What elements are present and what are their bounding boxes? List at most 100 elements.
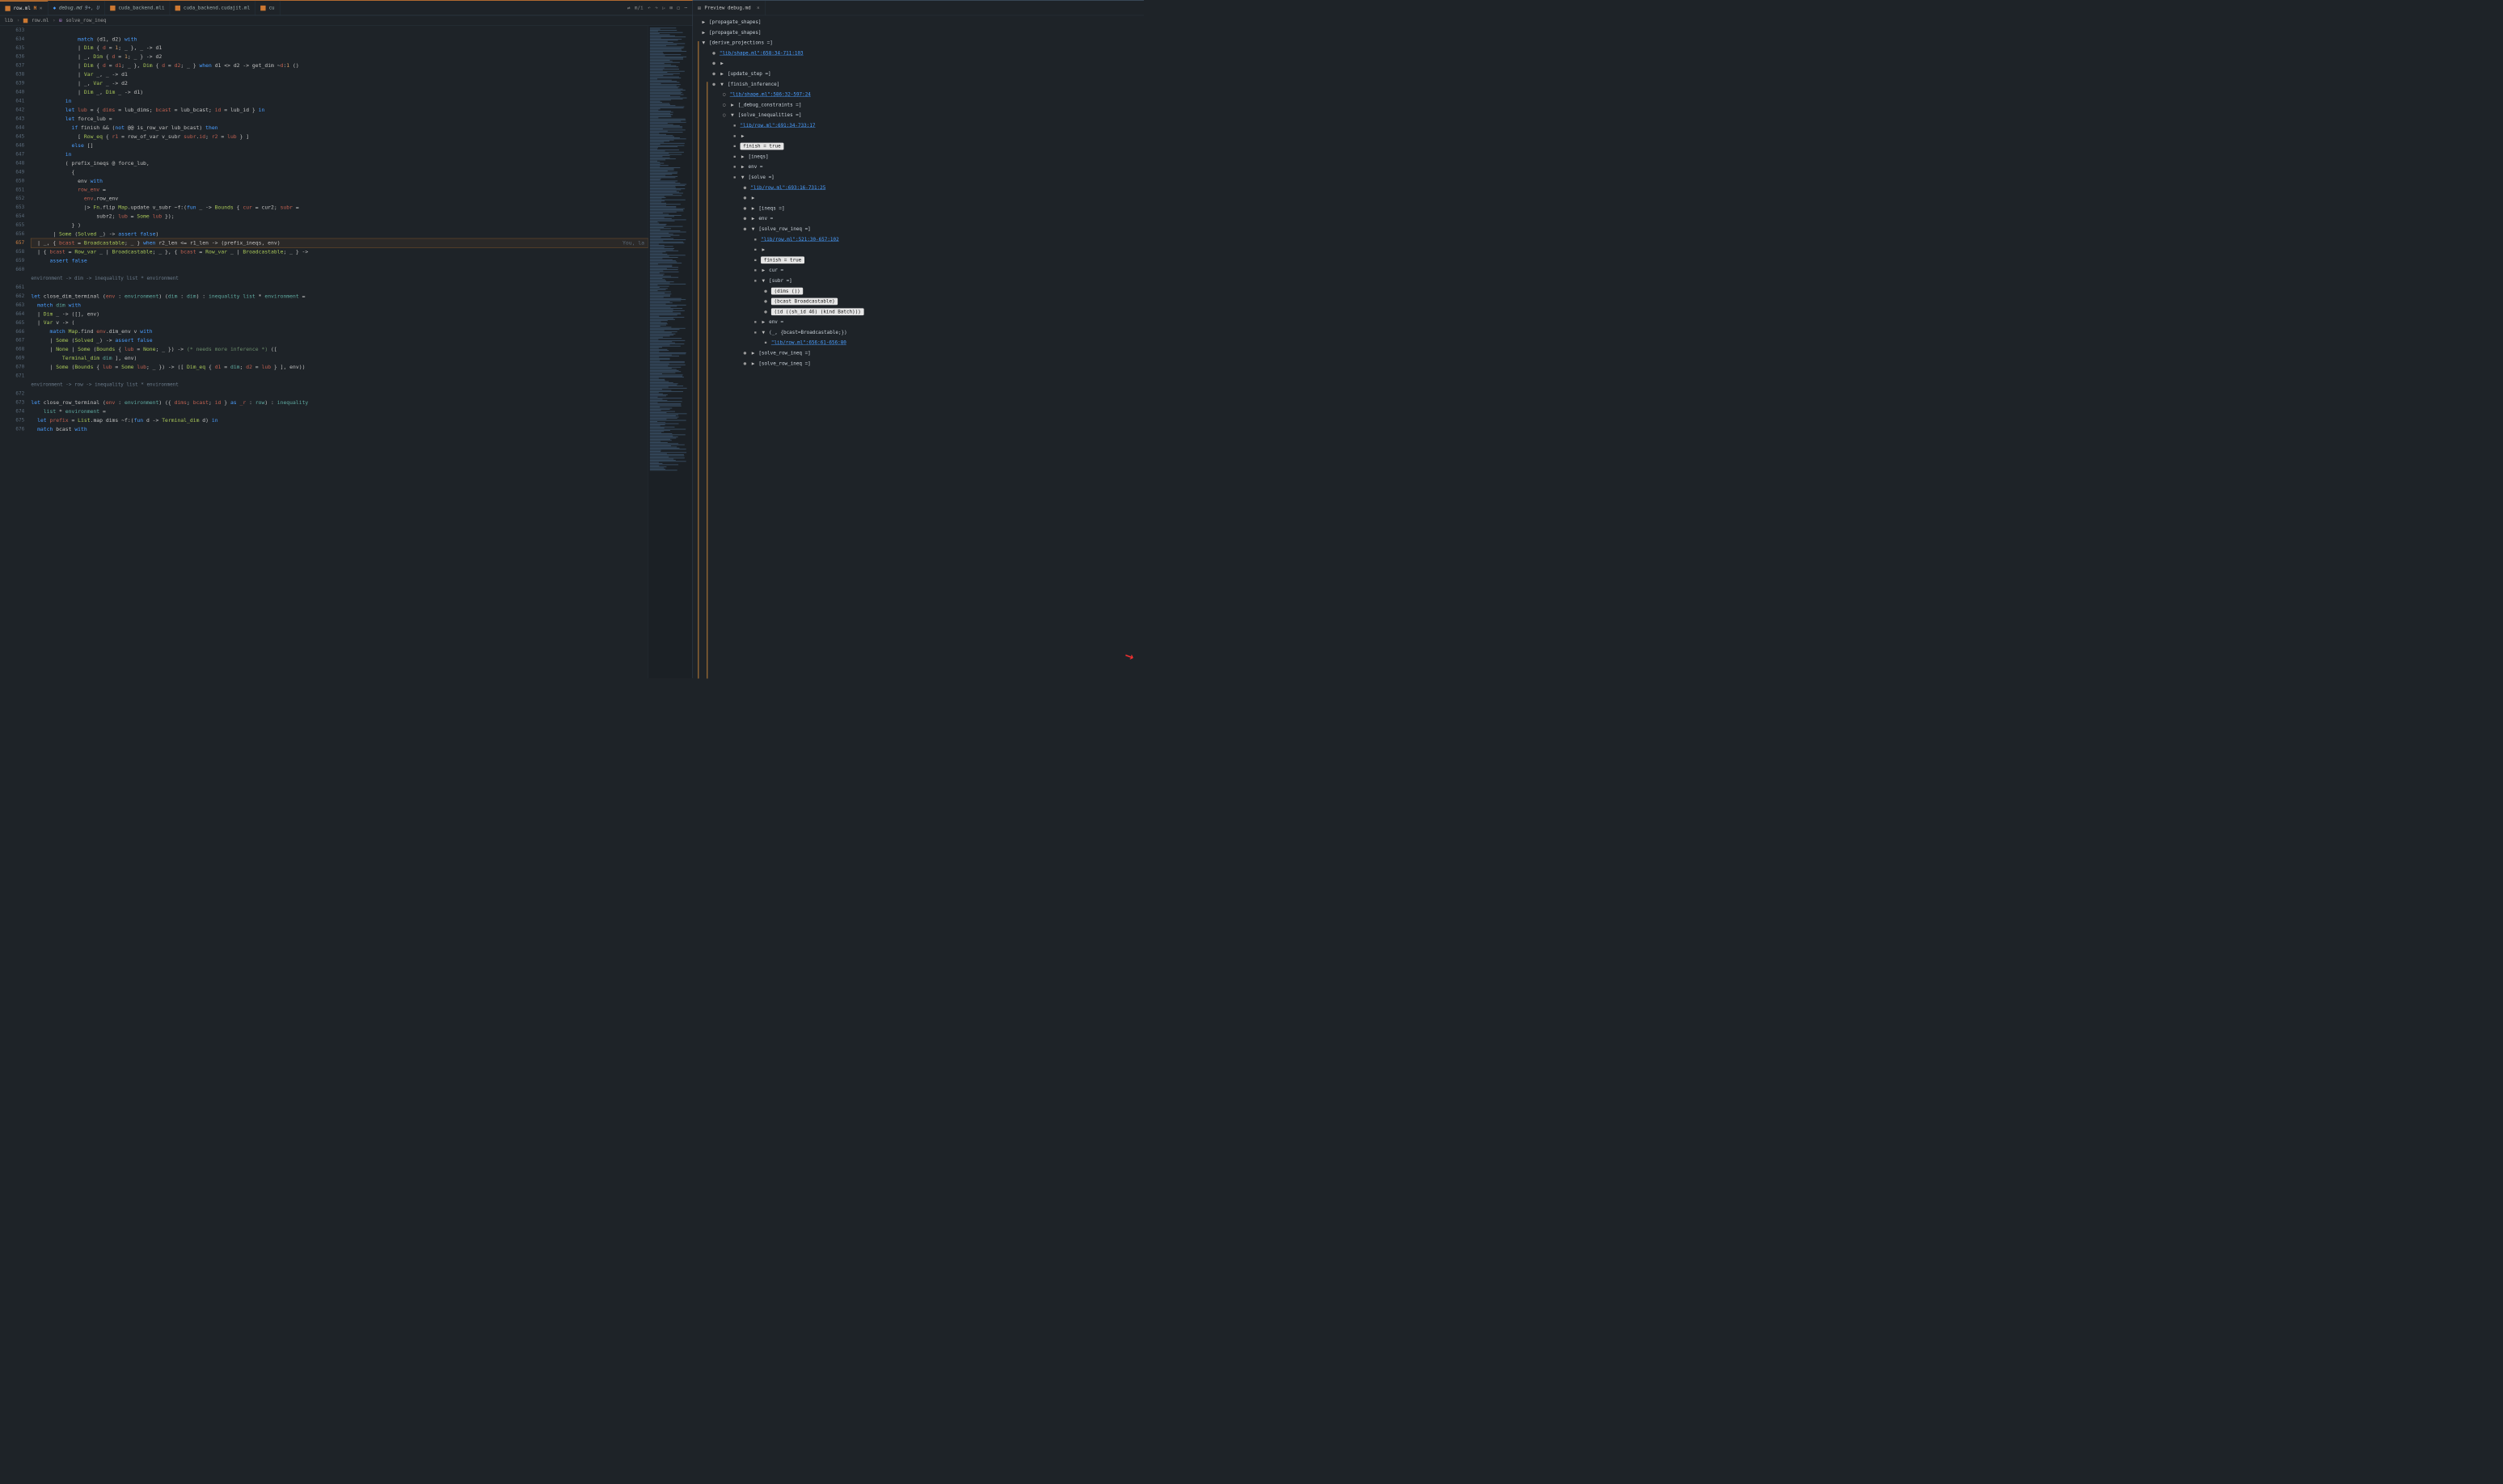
breadcrumb-folder[interactable]: lib xyxy=(4,18,13,23)
code-line[interactable]: assert false xyxy=(31,256,648,265)
split-icon[interactable]: m/i xyxy=(635,5,644,11)
tree-row[interactable]: ▶env = xyxy=(696,213,1140,224)
chevron-right-icon[interactable]: ▶ xyxy=(750,196,755,201)
tree-node-label[interactable]: [derive_projections =] xyxy=(709,40,773,46)
code-line[interactable]: let prefix = List.map dims ~f:(fun d -> … xyxy=(31,416,648,425)
tree-row[interactable]: ▶env = xyxy=(696,317,1140,327)
code-line[interactable]: ( prefix_ineqs @ force_lub, xyxy=(31,159,648,168)
code-line[interactable]: | Some (Bounds { lub = Some lub; _ }) ->… xyxy=(31,363,648,372)
editor[interactable]: 6336346356366376386396406416426436446456… xyxy=(0,26,692,678)
code-line[interactable]: env with xyxy=(31,176,648,185)
chevron-down-icon[interactable]: ▼ xyxy=(750,226,755,232)
tree-node-label[interactable]: [_debug_constraints =] xyxy=(738,102,802,108)
tree-row[interactable]: ▶[_debug_constraints =] xyxy=(696,99,1140,110)
breadcrumb-file[interactable]: row.ml xyxy=(32,18,49,23)
tree-row[interactable]: "lib/shape.ml":586:32-597:24 xyxy=(696,90,1140,100)
tree-row[interactable]: ▶[ineqs =] xyxy=(696,203,1140,213)
code-line[interactable]: env.row_env xyxy=(31,194,648,203)
chevron-right-icon[interactable]: ▶ xyxy=(740,133,745,139)
tree-node-label[interactable]: [solve_row_ineq =] xyxy=(758,226,810,232)
close-icon[interactable]: × xyxy=(40,6,43,11)
compare-icon[interactable]: ⇄ xyxy=(627,5,631,11)
chevron-right-icon[interactable]: ▶ xyxy=(761,268,766,273)
tree-row[interactable]: (dims ()) xyxy=(696,286,1140,297)
tree-row[interactable]: ▶[propagate_shapes] xyxy=(696,17,1140,27)
chevron-right-icon[interactable]: ▶ xyxy=(761,247,766,253)
code-line[interactable]: in xyxy=(31,97,648,106)
breadcrumb[interactable]: lib › row.ml › ⊞ solve_row_ineq xyxy=(0,15,692,26)
chevron-down-icon[interactable]: ▼ xyxy=(740,175,745,180)
tree-node-label[interactable]: [propagate_shapes] xyxy=(709,30,761,36)
code-line[interactable]: | Dim { d = d1; _ }, Dim { d = d2; _ } w… xyxy=(31,61,648,70)
code-line[interactable]: subr2; lub = Some lub }); xyxy=(31,212,648,221)
tab-row-ml[interactable]: row.ml M × xyxy=(0,1,48,15)
tree-row[interactable]: ▼[solve_row_ineq =] xyxy=(696,224,1140,234)
source-link[interactable]: "lib/row.ml":691:34-733:17 xyxy=(740,123,815,129)
code-line[interactable]: else [] xyxy=(31,141,648,150)
tree-node-label[interactable]: [subr =] xyxy=(769,278,792,284)
code-line[interactable] xyxy=(31,283,648,292)
tree-row[interactable]: ▶[update_step =] xyxy=(696,69,1140,79)
code-line[interactable]: | { bcast = Row_var _ | Broadcastable; _… xyxy=(31,247,648,256)
tree-row[interactable]: "lib/shape.ml":658:34-711:103 xyxy=(696,48,1140,58)
code-line[interactable]: | Some (Solved _) -> assert false xyxy=(31,336,648,345)
code-line[interactable]: Terminal_dim dim ], env) xyxy=(31,354,648,363)
chevron-right-icon[interactable]: ▶ xyxy=(701,19,706,25)
tree-node-label[interactable]: [solve =] xyxy=(748,175,774,180)
chevron-right-icon[interactable]: ▶ xyxy=(730,102,735,108)
tab-cuda-backend-mli[interactable]: cuda_backend.mli xyxy=(105,1,171,15)
chevron-right-icon[interactable]: ▶ xyxy=(750,360,755,366)
code-line[interactable]: | _, { bcast = Broadcastable; _ } when r… xyxy=(31,238,648,247)
tree-row[interactable]: ▼ (_, {bcast=Broadcastable;}) xyxy=(696,327,1140,338)
tree-row[interactable]: ▼[solve =] xyxy=(696,172,1140,183)
chevron-right-icon[interactable]: ▶ xyxy=(750,216,755,221)
code-line[interactable] xyxy=(31,26,648,35)
tree-node-label[interactable]: [solve_row_ineq =] xyxy=(758,360,810,366)
tree-row[interactable]: (id ((sh_id 46) (kind Batch))) xyxy=(696,306,1140,317)
tree-row[interactable]: ▼[subr =] xyxy=(696,276,1140,286)
preview-tab[interactable]: ▤ Preview debug.md × xyxy=(693,1,766,15)
code-line[interactable]: list * environment = xyxy=(31,407,648,416)
rect-icon[interactable]: ▢ xyxy=(677,5,680,11)
code-line[interactable]: | Some (Solved _) -> assert false) xyxy=(31,230,648,238)
chevron-right-icon[interactable]: ▶ xyxy=(761,319,766,325)
tree-row[interactable]: ▼[derive_projections =] xyxy=(696,38,1140,48)
code-line[interactable]: match dim with xyxy=(31,301,648,310)
tree-row[interactable]: ▶ xyxy=(696,58,1140,69)
chevron-right-icon[interactable]: ▶ xyxy=(740,164,745,170)
code-line[interactable]: | _, Dim { d = 1; _ } -> d2 xyxy=(31,53,648,61)
tree-row[interactable]: ▶[solve_row_ineq =] xyxy=(696,358,1140,369)
code-line[interactable]: { xyxy=(31,167,648,176)
tree-node-label[interactable]: [ineqs =] xyxy=(758,205,784,211)
forward-icon[interactable]: ↷ xyxy=(655,5,658,11)
tree-row[interactable]: finish = true xyxy=(696,255,1140,265)
back-icon[interactable]: ↶ xyxy=(648,5,651,11)
code-line[interactable]: | None | Some (Bounds { lub = None; _ })… xyxy=(31,345,648,354)
chevron-right-icon[interactable]: ▶ xyxy=(720,61,724,66)
code-line[interactable]: | Dim _, Dim _ -> d1) xyxy=(31,88,648,97)
tree-node-label[interactable]: [ineqs] xyxy=(748,154,768,159)
tab-debug-md[interactable]: ◆ debug.md 9+, U xyxy=(48,1,105,15)
tree-node-label[interactable]: [solve_row_ineq =] xyxy=(758,350,810,356)
tree-node-label[interactable]: [solve_inequalities =] xyxy=(738,112,802,118)
tree-node-label[interactable]: env = xyxy=(758,216,773,221)
tree-row[interactable]: ▼[finish_inference] xyxy=(696,79,1140,90)
tree-row[interactable]: (bcast Broadcastable) xyxy=(696,297,1140,307)
code-line[interactable]: match bcast with xyxy=(31,425,648,434)
code-line[interactable]: if finish && (not @@ is_row_var lub_bcas… xyxy=(31,124,648,133)
tree-node-label[interactable]: (_, {bcast=Broadcastable;}) xyxy=(769,330,847,335)
tree-row[interactable]: ▶ xyxy=(696,193,1140,204)
tree-row[interactable]: ▶ xyxy=(696,245,1140,255)
code-line[interactable]: |> Fn.flip Map.update v_subr ~f:(fun _ -… xyxy=(31,203,648,212)
layout-icon[interactable]: ⊞ xyxy=(669,5,673,11)
more-icon[interactable]: ⋯ xyxy=(684,5,687,11)
tree-node-label[interactable]: [finish_inference] xyxy=(728,82,779,87)
tree-row[interactable]: ▶[propagate_shapes] xyxy=(696,27,1140,38)
code-line[interactable]: | Dim _ -> ([], env) xyxy=(31,310,648,318)
code-line[interactable] xyxy=(31,372,648,381)
tree-row[interactable]: "lib/row.ml":521:30-657:102 xyxy=(696,234,1140,245)
tree-row[interactable]: ▶cur = xyxy=(696,265,1140,276)
tab-truncated[interactable]: cu xyxy=(255,1,280,15)
close-icon[interactable]: × xyxy=(757,5,760,11)
chevron-right-icon[interactable]: ▶ xyxy=(750,205,755,211)
